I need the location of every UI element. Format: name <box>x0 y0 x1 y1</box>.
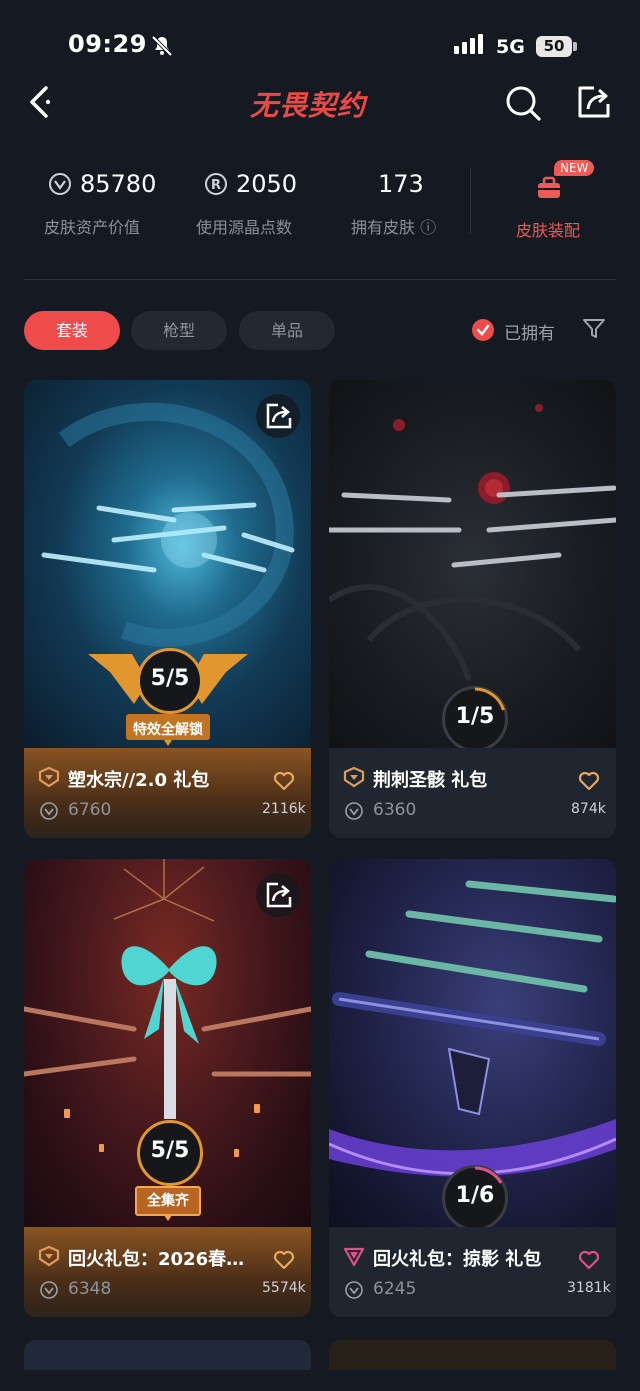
app-logo: 无畏契约 <box>250 89 367 122</box>
bundle-title: 回火礼包：2026春… <box>68 1249 245 1270</box>
asset-value: 85780 <box>80 170 157 198</box>
battery-indicator: 50 <box>536 36 572 57</box>
bundle-title: 回火礼包：掠影 礼包 <box>373 1249 542 1270</box>
back-arrow-icon[interactable] <box>24 84 60 120</box>
vp-currency-icon <box>345 802 363 820</box>
section-divider <box>24 279 616 280</box>
tab-weapon-type[interactable]: 枪型 <box>131 311 227 350</box>
bundle-price: 6360 <box>373 800 417 820</box>
svg-text:R: R <box>211 178 221 193</box>
card-footer <box>329 1227 616 1317</box>
vp-currency-icon <box>40 802 58 820</box>
card-footer <box>329 748 616 838</box>
rank-emblem-icon <box>343 766 365 788</box>
new-badge: NEW <box>554 160 595 176</box>
heart-icon[interactable] <box>272 1247 296 1271</box>
bundle-price: 6348 <box>68 1279 112 1299</box>
points-label: 使用源晶点数 <box>196 218 293 237</box>
status-ribbon: 全集齐 <box>147 1193 189 1209</box>
bundle-price: 6245 <box>373 1279 417 1299</box>
bundle-card[interactable]: 1/6 回火礼包：掠影 礼包 6245 3181k <box>329 859 616 1317</box>
check-icon <box>476 324 490 336</box>
like-count: 2116k <box>262 801 306 817</box>
progress-text: 1/6 <box>455 1183 495 1208</box>
like-count: 5574k <box>262 1280 306 1296</box>
card-footer <box>24 1227 311 1317</box>
share-icon <box>266 403 292 429</box>
status-time: 09:29 <box>68 30 147 58</box>
skin-equip-icon[interactable] <box>536 176 562 200</box>
card-share-button[interactable] <box>256 394 300 438</box>
progress-ring: 1/5 <box>442 686 508 752</box>
bell-muted-icon <box>151 35 173 57</box>
progress-text: 5/5 <box>150 666 190 691</box>
network-type: 5G <box>496 36 525 58</box>
tab-single-item[interactable]: 单品 <box>239 311 335 350</box>
owned-filter-label[interactable]: 已拥有 <box>504 319 555 344</box>
share-icon[interactable] <box>574 82 614 122</box>
heart-icon[interactable] <box>577 1247 601 1271</box>
bundle-title: 塑水宗//2.0 礼包 <box>68 770 210 791</box>
bundle-card-partial[interactable] <box>329 1340 616 1370</box>
radianite-icon: R <box>205 173 227 195</box>
rank-emblem-icon <box>38 1245 60 1267</box>
progress-ring: 5/5 <box>137 648 203 714</box>
bundle-card[interactable]: 1/5 荆刺圣骸 礼包 6360 874k <box>329 380 616 838</box>
progress-text: 1/5 <box>455 704 495 729</box>
progress-ring: 1/6 <box>442 1165 508 1231</box>
filter-icon[interactable] <box>582 317 606 341</box>
share-icon <box>266 882 292 908</box>
bundle-card[interactable]: 5/5 全集齐 回火礼包：2026春… 6348 5574k <box>24 859 311 1317</box>
progress-ring: 5/5 <box>137 1120 203 1186</box>
bundle-card[interactable]: 5/5 特效全解锁 塑水宗//2.0 礼包 6760 2116k <box>24 380 311 838</box>
status-ribbon: 特效全解锁 <box>133 722 203 738</box>
owned-count: 173 <box>378 170 424 198</box>
progress-text: 5/5 <box>150 1138 190 1163</box>
card-footer <box>24 748 311 838</box>
signal-icon <box>454 34 483 54</box>
heart-icon[interactable] <box>577 768 601 792</box>
stats-divider <box>470 168 471 234</box>
owned-label[interactable]: 拥有皮肤 ⓘ <box>351 214 436 238</box>
rank-emblem-icon <box>343 1247 365 1267</box>
bundle-card-partial[interactable] <box>24 1340 311 1370</box>
heart-icon[interactable] <box>272 768 296 792</box>
search-icon[interactable] <box>504 84 542 122</box>
vp-currency-icon <box>40 1281 58 1299</box>
vp-currency-icon <box>345 1281 363 1299</box>
battery-tip <box>573 42 577 51</box>
points-value: 2050 <box>236 170 298 198</box>
tab-bundles[interactable]: 套装 <box>24 311 120 350</box>
like-count: 3181k <box>567 1280 611 1296</box>
card-share-button[interactable] <box>256 873 300 917</box>
vp-currency-icon <box>49 173 71 195</box>
skin-equip-label[interactable]: 皮肤装配 <box>516 217 580 241</box>
rank-emblem-icon <box>38 766 60 788</box>
like-count: 874k <box>571 801 606 817</box>
bundle-price: 6760 <box>68 800 112 820</box>
bundle-title: 荆刺圣骸 礼包 <box>373 770 488 791</box>
asset-value-label: 皮肤资产价值 <box>44 218 141 237</box>
owned-checkbox[interactable] <box>472 319 494 341</box>
